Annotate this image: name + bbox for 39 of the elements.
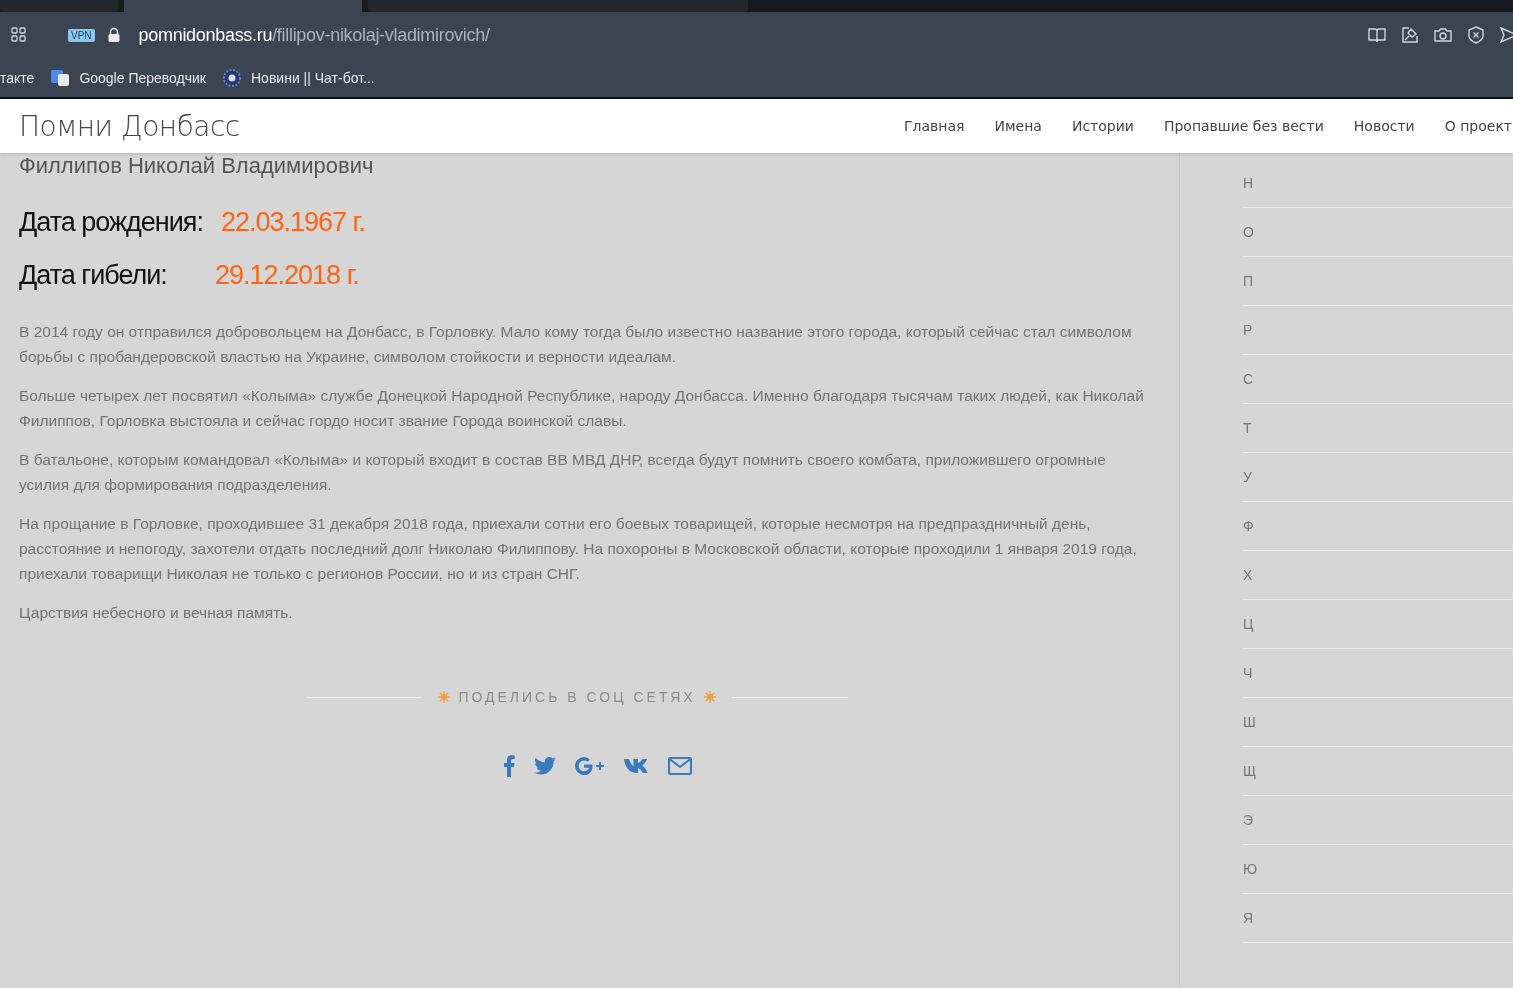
alphabet-link[interactable]: С xyxy=(1243,355,1513,404)
article-paragraph: Царствия небесного и вечная память. xyxy=(19,603,294,623)
bookmark-link[interactable]: Google Переводчик xyxy=(50,68,206,87)
site-logo[interactable]: Помни Донбасс xyxy=(19,109,240,143)
alphabet-link[interactable]: Н xyxy=(1243,159,1513,208)
bookmark-link[interactable]: Новини || Чат-бот... xyxy=(222,67,375,88)
alphabet-link[interactable]: У xyxy=(1243,453,1513,502)
alphabet-link[interactable]: Ц xyxy=(1243,600,1513,649)
alphabet-link[interactable]: Щ xyxy=(1243,747,1513,796)
nav-link[interactable]: Пропавшие без вести xyxy=(1163,118,1324,134)
alphabet-link[interactable]: Э xyxy=(1243,796,1513,845)
alphabet-link[interactable]: Т xyxy=(1243,404,1513,453)
date-value: 22.03.1967 г. xyxy=(220,207,365,238)
nav-link[interactable]: Имена xyxy=(994,118,1042,134)
address-field[interactable]: pomnidonbass.ru/fillipov-nikolaj-vladimirovich/ xyxy=(138,24,490,46)
date-value: 29.12.2018 г. xyxy=(215,260,359,291)
alphabet-link[interactable]: О xyxy=(1243,208,1513,257)
date-label: Дата гибели: xyxy=(19,260,168,291)
nav-link[interactable]: Главная xyxy=(904,118,965,134)
article-paragraph: В 2014 году он отправился добровольцем на Донбасс, в Горловку. Мало кому тогда было известно название этого города, который сейчас стал символом борьбы с пробандеровской властью на Украине, символом стойкости и верности идеалам. xyxy=(19,322,1133,367)
alphabet-link[interactable]: Ф xyxy=(1243,502,1513,551)
alphabet-link[interactable]: Ч xyxy=(1243,649,1513,698)
nav-link[interactable]: Истории xyxy=(1071,118,1134,134)
alphabet-link[interactable]: П xyxy=(1243,257,1513,306)
nav-link[interactable]: Новости xyxy=(1353,118,1415,134)
nav-link[interactable]: О проект xyxy=(1444,118,1512,134)
alphabet-link[interactable]: Х xyxy=(1243,551,1513,600)
date-label: Дата рождения: xyxy=(19,207,203,238)
article-paragraph: В батальоне, которым командовал «Колыма» и который входит в состав ВВ МВД ДНР, всегда будут помнить своего комбата, приложившего огромные усилия для формирования подразделения. xyxy=(19,450,1107,495)
alphabet-link[interactable]: Р xyxy=(1243,306,1513,355)
article-paragraph: Больше четырех лет посвятил «Колыма» службе Донецкой Народной Республике, народу Донбасса. Именно благодаря тысячам таких людей, как Николай Филиппов, Горловка выстояла и сейчас гордо носит звание Города воинской славы. xyxy=(19,386,1145,431)
vpn-badge[interactable]: VPN xyxy=(68,28,95,42)
bookmark-link[interactable]: такте xyxy=(0,69,35,86)
article-paragraph: На прощание в Горловке, проходившее 31 декабря 2018 года, приехали сотни его боевых товарищей, которые несмотря на предпраздничный день, расстояние и непогоду, захотели отдать последний долг Николаю Филиппову. На похороны в Московской области, которые проходили 1 января 2019 года, приехали товарищи Николая не только с регионов России, но и из стран СНГ. xyxy=(19,514,1138,584)
alphabet-link[interactable]: Ю xyxy=(1243,845,1513,894)
alphabet-link[interactable]: Я xyxy=(1243,894,1513,943)
person-name: Филлипов Николай Владимирович xyxy=(19,153,375,179)
share-heading: ПОДЕЛИСЬ В СОЦ СЕТЯХ xyxy=(458,689,696,705)
alphabet-link[interactable]: Ш xyxy=(1243,698,1513,747)
